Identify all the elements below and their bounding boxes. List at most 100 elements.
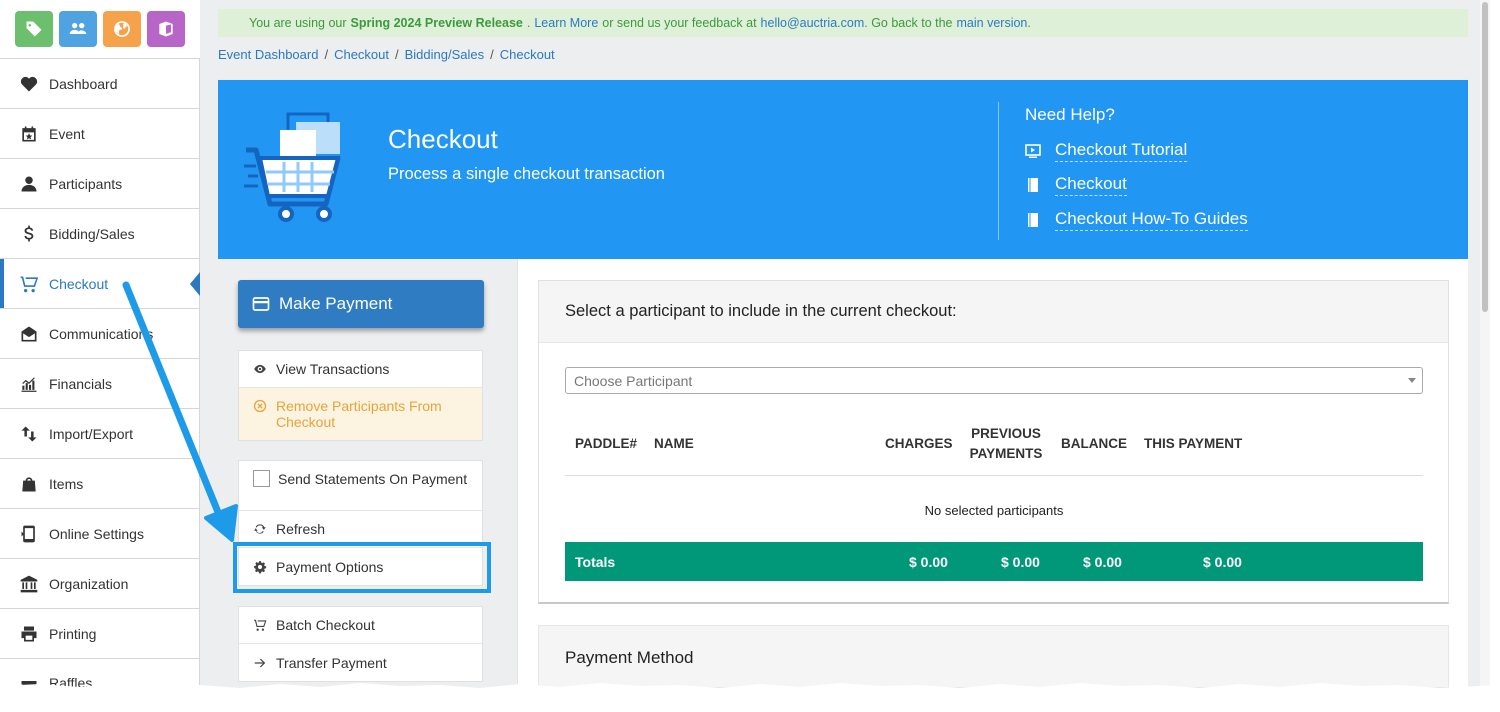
sidebar-item-label: Checkout (49, 275, 109, 292)
sidebar-item-label: Dashboard (49, 75, 118, 92)
panel-heading: Select a participant to include in the c… (539, 281, 1448, 343)
scrollbar-thumb[interactable] (1482, 2, 1488, 312)
sidebar-item-financials[interactable]: Financials (0, 358, 200, 408)
banner-text: . Go back to the (864, 16, 953, 30)
checkout-cart-illustration (244, 112, 341, 222)
sidebar-item-label: Bidding/Sales (49, 225, 135, 242)
help-link-checkout[interactable]: Checkout (1025, 174, 1127, 196)
checkout-body: Make Payment View Transactions Remove Pa… (218, 259, 1468, 688)
send-statements-checkbox[interactable] (253, 470, 270, 487)
shopping-bag-icon (18, 473, 40, 495)
sidebar-item-label: Printing (49, 625, 97, 642)
heart-pulse-icon (18, 73, 40, 95)
make-payment-button[interactable]: Make Payment (238, 280, 484, 328)
sidebar-item-checkout[interactable]: Checkout (0, 258, 200, 309)
globe-icon[interactable] (103, 11, 141, 47)
arrow-right-icon (254, 658, 266, 667)
column-header-charges: CHARGES (885, 436, 953, 451)
column-header-this-payment: THIS PAYMENT (1144, 436, 1243, 451)
totals-label: Totals (575, 554, 616, 570)
totals-row: Totals $ 0.00 $ 0.00 $ 0.00 $ 0.00 (565, 542, 1423, 581)
view-transactions-label: View Transactions (276, 361, 390, 377)
sidebar-item-label: Participants (49, 175, 123, 192)
sidebar-item-label: Import/Export (49, 425, 134, 442)
sidebar-item-online-settings[interactable]: Online Settings (0, 508, 200, 558)
sidebar-item-label: Organization (49, 575, 129, 592)
sidebar-item-label: Online Settings (49, 525, 144, 542)
breadcrumb-event-dashboard[interactable]: Event Dashboard (218, 47, 318, 62)
sidebar-item-printing[interactable]: Printing (0, 608, 200, 658)
envelope-open-icon (18, 323, 40, 345)
participant-select[interactable]: Choose Participant (565, 367, 1423, 394)
breadcrumb-separator: / (324, 47, 329, 62)
app-switcher (0, 0, 200, 58)
page-title: Checkout (388, 124, 498, 154)
banner-release-name: Spring 2024 Preview Release (350, 16, 523, 30)
sidebar-item-organization[interactable]: Organization (0, 558, 200, 608)
torn-edge (0, 683, 1500, 712)
participant-select-placeholder: Choose Participant (574, 372, 693, 389)
video-icon (1025, 144, 1041, 158)
column-header-name: NAME (654, 436, 694, 451)
calendar-star-icon (18, 123, 40, 145)
sidebar-item-label: Financials (49, 375, 113, 392)
people-icon[interactable] (59, 11, 97, 47)
help-link-checkout-tutorial[interactable]: Checkout Tutorial (1025, 140, 1188, 162)
sidebar-item-event[interactable]: Event (0, 108, 200, 158)
sidebar-item-bidding-sales[interactable]: Bidding/Sales (0, 208, 200, 258)
help-link-how-to-guides[interactable]: Checkout How-To Guides (1025, 209, 1248, 231)
remove-circle-icon (253, 399, 267, 413)
divider (565, 475, 1423, 476)
batch-checkout-button[interactable]: Batch Checkout (239, 607, 482, 644)
breadcrumb-checkout-current[interactable]: Checkout (500, 47, 555, 62)
annotation-highlight (233, 542, 491, 593)
credit-card-icon (252, 297, 270, 311)
sidebar-item-label: Items (49, 475, 84, 492)
tag-icon[interactable] (15, 11, 53, 47)
sidebar-item-communications[interactable]: Communications (0, 308, 200, 358)
book-icon[interactable] (147, 11, 185, 47)
remove-participants-label: Remove Participants From Checkout (276, 398, 442, 430)
divider (998, 102, 999, 240)
refresh-label: Refresh (276, 521, 326, 537)
totals-previous-payments: $ 0.00 (1001, 554, 1040, 570)
main-version-link[interactable]: main version (957, 16, 1028, 30)
help-link-label: Checkout How-To Guides (1055, 209, 1248, 231)
breadcrumb: Event Dashboard / Checkout / Bidding/Sal… (218, 47, 555, 62)
totals-charges: $ 0.00 (909, 554, 948, 570)
sidebar-item-participants[interactable]: Participants (0, 158, 200, 208)
participant-checkout-panel: Select a participant to include in the c… (538, 280, 1449, 604)
column-header-balance: BALANCE (1061, 436, 1127, 451)
cart-icon (254, 619, 267, 631)
send-statements-label: Send Statements On Payment (278, 471, 468, 487)
remove-participants-button[interactable]: Remove Participants From Checkout (239, 388, 482, 440)
help-title: Need Help? (1025, 105, 1115, 124)
sidebar-item-import-export[interactable]: Import/Export (0, 408, 200, 458)
sidebar-item-items[interactable]: Items (0, 458, 200, 508)
page-scrollbar[interactable] (1480, 0, 1490, 688)
breadcrumb-bidding-sales[interactable]: Bidding/Sales (405, 47, 485, 62)
help-link-label: Checkout Tutorial (1055, 140, 1188, 162)
make-payment-label: Make Payment (279, 294, 393, 313)
cart-icon (18, 273, 40, 295)
breadcrumb-separator: / (490, 47, 494, 62)
transactions-panel: View Transactions Remove Participants Fr… (238, 350, 483, 441)
view-transactions-button[interactable]: View Transactions (239, 351, 482, 388)
breadcrumb-checkout[interactable]: Checkout (334, 47, 389, 62)
dollar-icon (18, 223, 40, 245)
help-link-label: Checkout (1055, 174, 1127, 196)
empty-message: No selected participants (924, 503, 1064, 518)
column-header-previous-payments: PREVIOUS PAYMENTS (969, 426, 1043, 461)
learn-more-link[interactable]: Learn More (534, 16, 598, 30)
transfer-payment-label: Transfer Payment (276, 654, 387, 671)
batch-panel: Batch Checkout Transfer Payment (238, 606, 483, 682)
swap-arrows-icon (18, 423, 40, 445)
feedback-email-link[interactable]: hello@auctria.com (761, 16, 865, 30)
column-header-paddle: PADDLE# (575, 436, 638, 451)
totals-this-payment: $ 0.00 (1203, 554, 1242, 570)
eye-icon (254, 364, 266, 374)
sidebar-item-dashboard[interactable]: Dashboard (0, 58, 200, 108)
bar-chart-icon (18, 373, 40, 395)
chevron-down-icon (1408, 378, 1416, 383)
book-icon (1028, 178, 1038, 192)
